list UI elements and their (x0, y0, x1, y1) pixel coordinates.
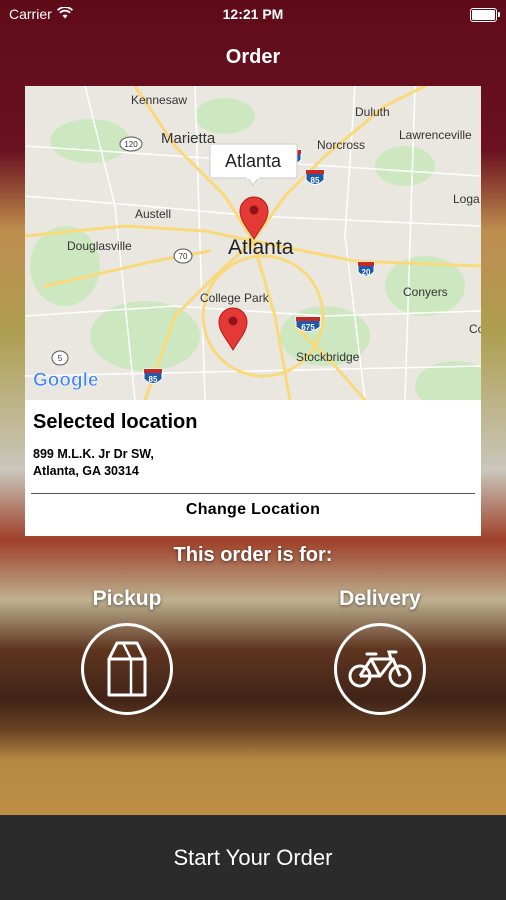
route-70-shield: 70 (173, 248, 193, 264)
map-label-norcross: Norcross (317, 138, 365, 152)
pickup-button[interactable] (81, 623, 173, 715)
pickup-label: Pickup (92, 587, 162, 610)
map-callout-label: Atlanta (225, 151, 282, 171)
bicycle-icon (348, 650, 412, 688)
map-label-edge: Co (469, 322, 481, 336)
interstate-85-south-shield: 85 (143, 368, 163, 384)
map-label-duluth: Duluth (355, 105, 390, 119)
order-for-heading: This order is for: (173, 544, 333, 566)
route-5-shield: 5 (51, 350, 69, 366)
map-view[interactable]: Kennesaw Marietta Duluth Lawrenceville N… (25, 86, 481, 400)
route-120-shield: 120 (119, 136, 143, 152)
map-label-college-park: College Park (200, 291, 270, 305)
map-label-stockbridge: Stockbridge (296, 350, 360, 364)
svg-text:5: 5 (58, 354, 63, 363)
map-label-kennesaw: Kennesaw (131, 93, 187, 107)
battery-fill (472, 10, 495, 20)
svg-text:85: 85 (311, 176, 320, 185)
start-order-button[interactable]: Start Your Order (0, 815, 506, 900)
map-label-conyers: Conyers (403, 285, 448, 299)
address-line-1: 899 M.L.K. Jr Dr SW, (33, 447, 154, 461)
svg-text:120: 120 (124, 140, 138, 149)
svg-text:85: 85 (149, 375, 158, 384)
svg-text:675: 675 (301, 323, 315, 332)
selected-location-heading: Selected location (33, 411, 198, 433)
map-label-douglasville: Douglasville (67, 239, 132, 253)
map-label-marietta: Marietta (161, 130, 216, 147)
google-logo: Google (33, 370, 98, 391)
interstate-85-north-shield: 85 (305, 169, 325, 185)
status-bar: Carrier 12:21 PM (0, 0, 506, 28)
map-canvas[interactable]: Kennesaw Marietta Duluth Lawrenceville N… (25, 86, 481, 400)
bag-icon (107, 641, 147, 697)
status-time: 12:21 PM (222, 6, 284, 22)
battery-icon (470, 8, 500, 22)
change-location-button[interactable]: Change Location (25, 501, 481, 531)
map-label-lawrenceville: Lawrenceville (399, 128, 472, 142)
pickup-option[interactable]: Pickup (62, 587, 192, 715)
map-label-atlanta: Atlanta (228, 236, 294, 259)
svg-text:20: 20 (362, 268, 371, 277)
address-line-2: Atlanta, GA 30314 (33, 464, 139, 478)
svg-text:70: 70 (179, 252, 188, 261)
card-divider (31, 493, 475, 494)
delivery-button[interactable] (334, 623, 426, 715)
selected-location-address: 899 M.L.K. Jr Dr SW, Atlanta, GA 30314 (33, 446, 333, 480)
page-title: Order (225, 46, 281, 68)
map-label-austell: Austell (135, 207, 171, 221)
interstate-675-shield: 675 (295, 316, 321, 332)
map-label-logan: Loga (453, 192, 480, 206)
delivery-option[interactable]: Delivery (315, 587, 445, 715)
delivery-label: Delivery (339, 587, 421, 610)
location-card: Kennesaw Marietta Duluth Lawrenceville N… (25, 86, 481, 536)
